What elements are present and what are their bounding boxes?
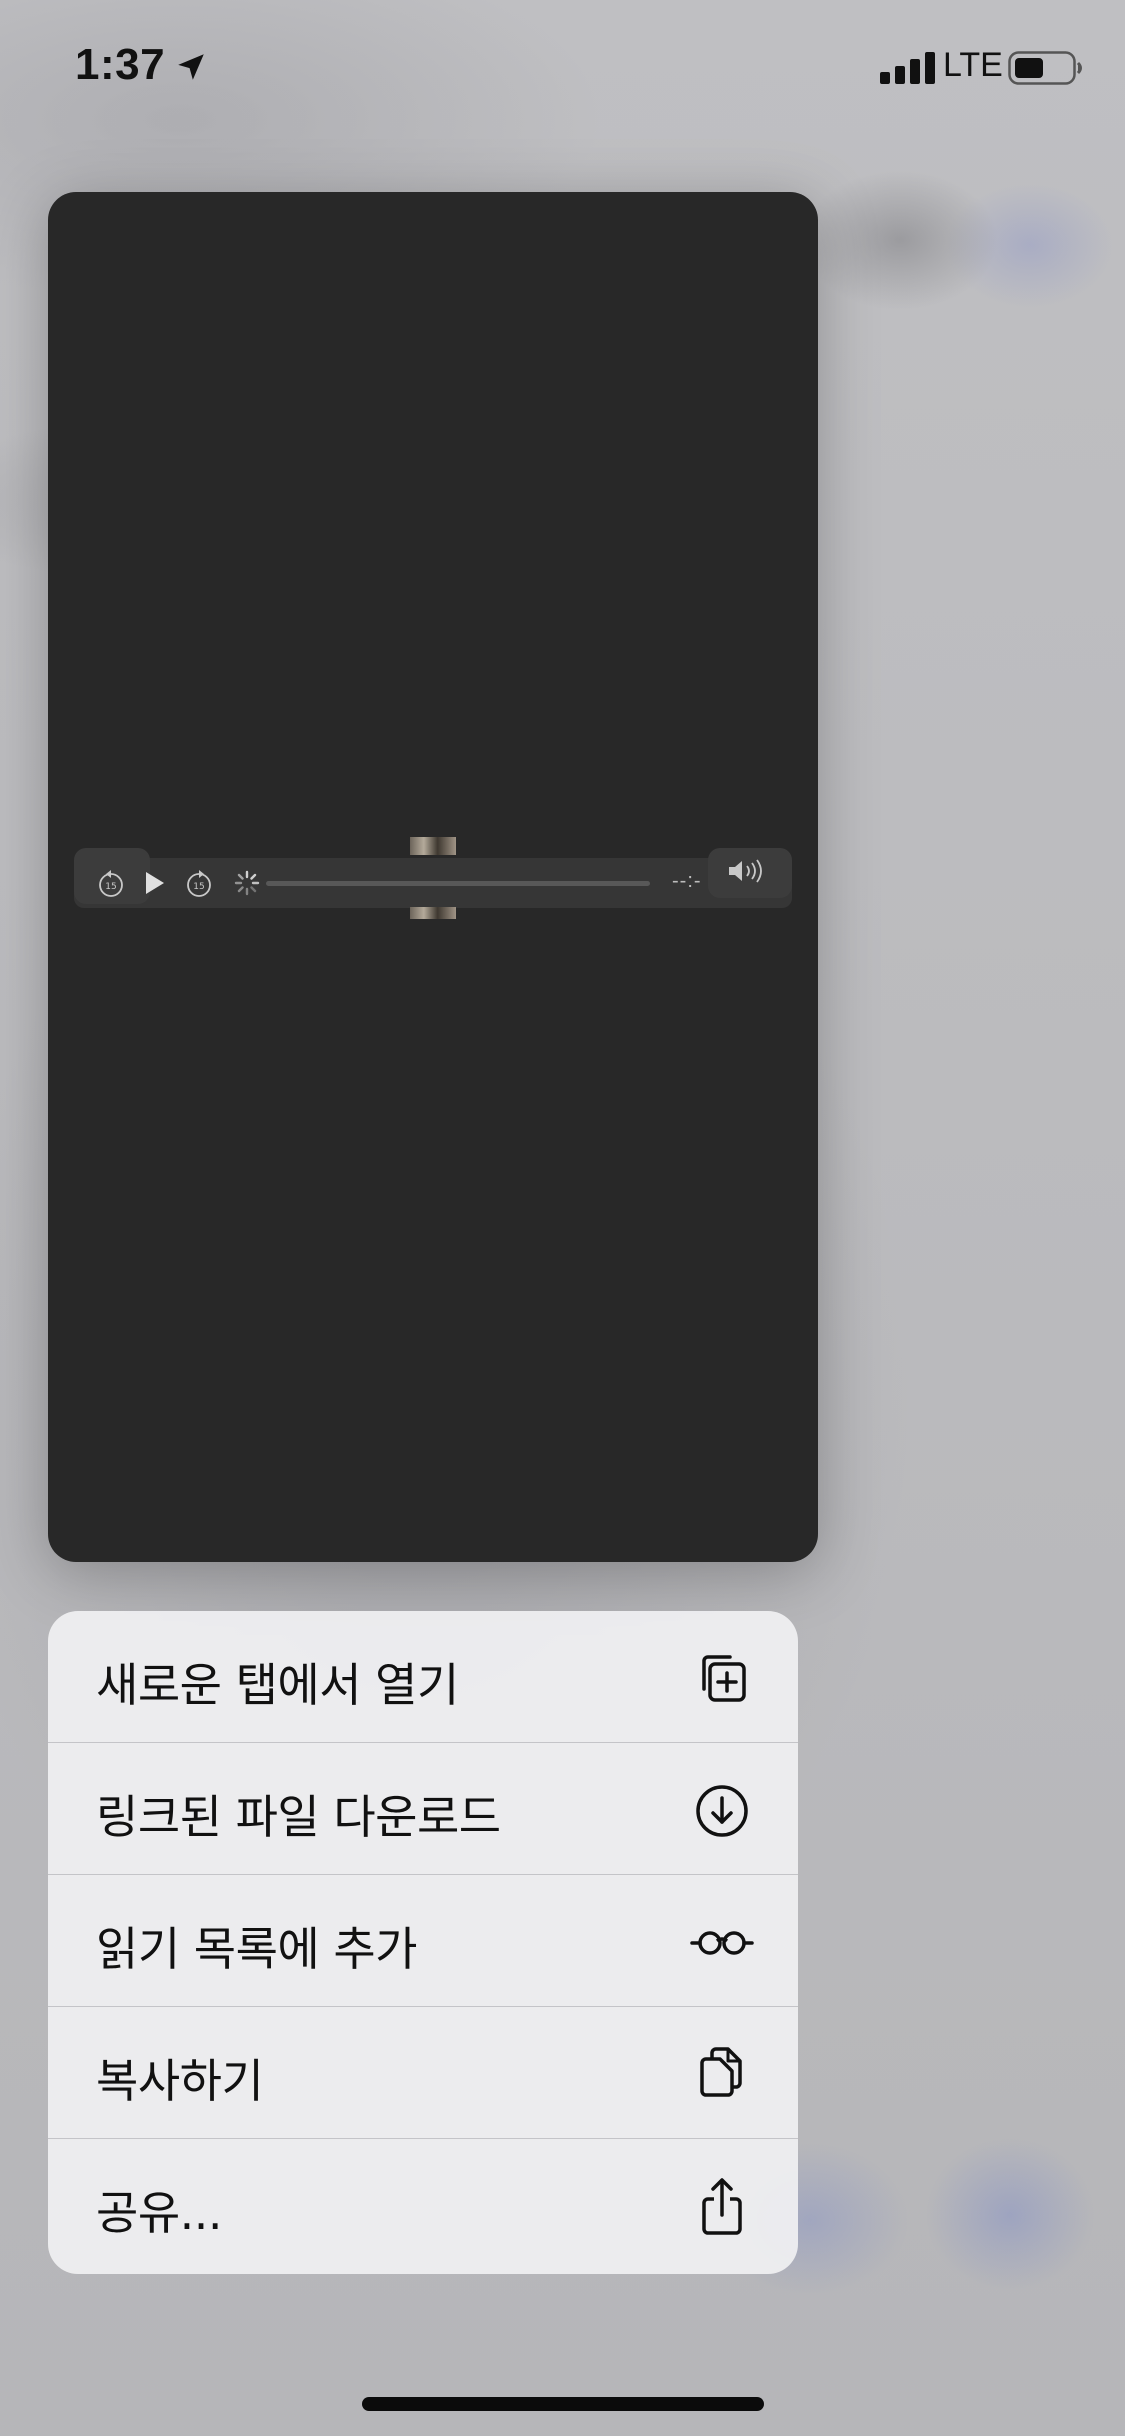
menu-item-add-to-reading-list[interactable]: 읽기 목록에 추가	[48, 1875, 798, 2007]
menu-item-label: 복사하기	[96, 2054, 264, 2108]
location-arrow-icon	[178, 54, 204, 80]
loading-spinner-icon	[234, 870, 260, 896]
menu-item-download-linked-file[interactable]: 링크된 파일 다운로드	[48, 1743, 798, 1875]
copy-icon	[700, 2047, 742, 2097]
context-menu: 새로운 탭에서 열기 링크된 파일 다운로드 읽기 목록에 추가 복사하기 공유…	[48, 1611, 798, 2274]
svg-text:15: 15	[105, 882, 116, 892]
cellular-signal-icon	[880, 52, 935, 84]
menu-item-label: 공유...	[96, 2186, 223, 2240]
svg-text:15: 15	[193, 882, 204, 892]
battery-icon	[1008, 51, 1082, 85]
share-icon	[702, 2178, 742, 2235]
status-bar: 1:37 LTE	[0, 0, 1125, 140]
link-preview-card[interactable]: 15 15 --:-	[48, 192, 818, 1562]
network-type: LTE	[943, 46, 1003, 84]
reading-list-glasses-icon	[690, 1931, 754, 1955]
video-thumbnail-bottom	[410, 907, 456, 919]
play-icon[interactable]	[142, 870, 166, 896]
new-tab-icon	[702, 1655, 746, 1702]
menu-item-label: 읽기 목록에 추가	[96, 1922, 417, 1976]
menu-item-share[interactable]: 공유...	[48, 2139, 798, 2274]
status-time: 1:37	[75, 40, 166, 89]
download-icon	[696, 1785, 748, 1837]
video-thumbnail-top	[410, 837, 456, 855]
playback-time: --:-	[672, 870, 702, 892]
home-indicator[interactable]	[362, 2397, 764, 2411]
menu-item-open-in-new-tab[interactable]: 새로운 탭에서 열기	[48, 1611, 798, 1743]
progress-track[interactable]	[266, 881, 650, 886]
menu-item-label: 새로운 탭에서 열기	[96, 1658, 459, 1712]
menu-item-label: 링크된 파일 다운로드	[96, 1790, 501, 1844]
menu-item-copy[interactable]: 복사하기	[48, 2007, 798, 2139]
volume-icon[interactable]	[726, 856, 766, 886]
skip-forward-15-icon[interactable]: 15	[184, 866, 214, 900]
skip-back-15-icon[interactable]: 15	[96, 866, 126, 900]
media-player-bar: 15 15 --:-	[74, 848, 792, 908]
